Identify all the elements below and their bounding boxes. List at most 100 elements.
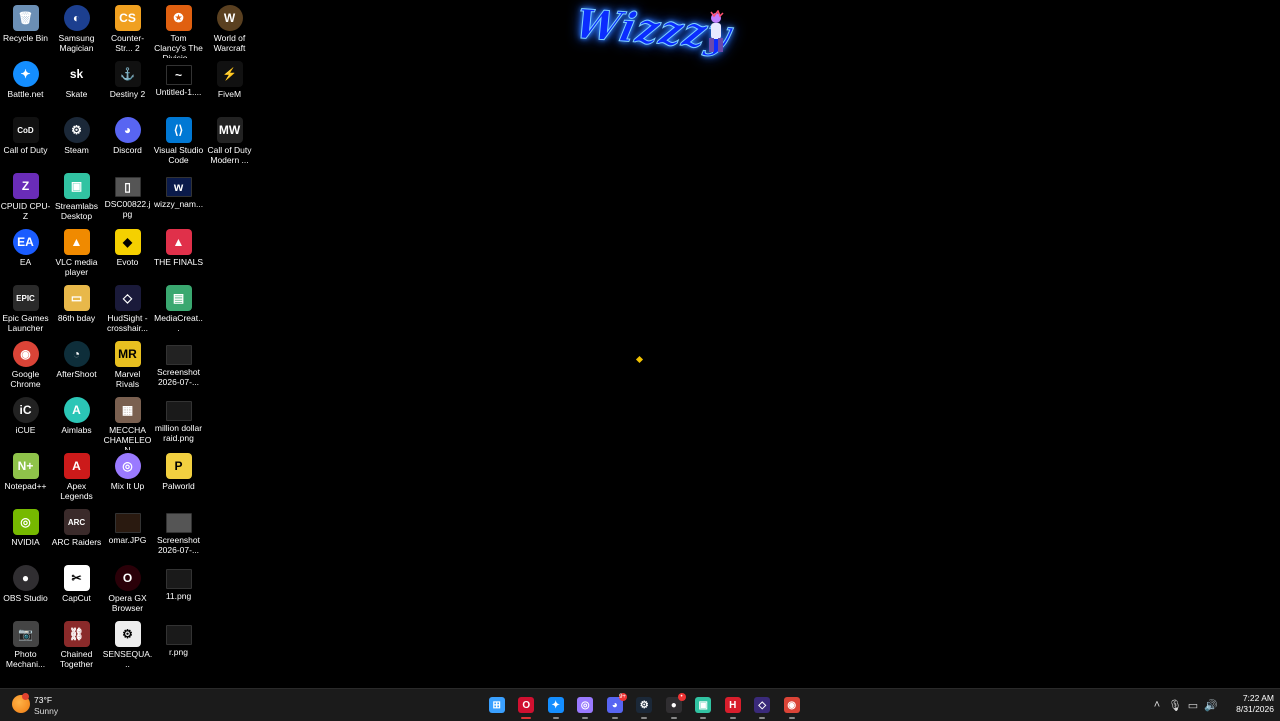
- desktop-icon-label: HudSight - crosshair...: [106, 313, 149, 333]
- desktop-icon[interactable]: A Aimlabs: [51, 394, 102, 450]
- desktop-icon[interactable]: CS Counter-Str... 2: [102, 2, 153, 58]
- desktop-icon[interactable]: ◐ Samsung Magician: [51, 2, 102, 58]
- desktop-icon-label: Recycle Bin: [3, 33, 48, 43]
- vlc-icon: ▲: [63, 229, 90, 255]
- desktop-icon[interactable]: EPIC Epic Games Launcher: [0, 282, 51, 338]
- image-file-icon: ▯: [114, 177, 141, 197]
- taskbar-hyper[interactable]: H: [718, 689, 748, 721]
- taskbar-steam[interactable]: ⚙: [630, 689, 660, 721]
- desktop-icon[interactable]: W World of Warcraft: [204, 2, 255, 58]
- desktop-icon[interactable]: 📷 Photo Mechani...: [0, 618, 51, 674]
- desktop-icon[interactable]: ~ Untitled-1....: [153, 58, 204, 114]
- desktop-icon[interactable]: A Apex Legends: [51, 450, 102, 506]
- image-file-icon: [165, 401, 192, 421]
- desktop[interactable]: 🗑 Recycle Bin ◐ Samsung Magician CS Counter-S…: [0, 0, 1280, 688]
- desktop-icon[interactable]: ◇ HudSight - crosshair...: [102, 282, 153, 338]
- desktop-icon[interactable]: MR Marvel Rivals: [102, 338, 153, 394]
- show-hidden-icons-button[interactable]: ˄: [1148, 695, 1166, 715]
- taskbar-battlenet[interactable]: ✦: [541, 689, 571, 721]
- desktop-icon[interactable]: omar.JPG: [102, 506, 153, 562]
- desktop-icon[interactable]: MW Call of Duty Modern ...: [204, 114, 255, 170]
- desktop-icon[interactable]: ⟨⟩ Visual Studio Code: [153, 114, 204, 170]
- desktop-icon[interactable]: ◎ NVIDIA: [0, 506, 51, 562]
- taskbar-hudsight[interactable]: ◇: [748, 689, 778, 721]
- taskbar-clock[interactable]: 7:22 AM 8/31/2026: [1222, 693, 1274, 715]
- desktop-icon-label: 86th bday: [57, 313, 96, 323]
- desktop-icon[interactable]: Screenshot 2026-07-...: [153, 338, 204, 394]
- weather-widget[interactable]: 73°F Sunny: [12, 693, 82, 717]
- microphone-tray[interactable]: 🎙: [1166, 695, 1184, 715]
- desktop-icon[interactable]: ▯ DSC00822.jpg: [102, 170, 153, 226]
- desktop-icon[interactable]: ◔ AfterShoot: [51, 338, 102, 394]
- desktop-icon[interactable]: 🗑 Recycle Bin: [0, 2, 51, 58]
- desktop-icon[interactable]: r.png: [153, 618, 204, 674]
- notification-badge: •: [677, 693, 686, 701]
- desktop-icon[interactable]: ✪ Tom Clancy's The Divisio...: [153, 2, 204, 58]
- start-button[interactable]: ⊞: [482, 689, 512, 721]
- desktop-icon[interactable]: ⛓ Chained Together: [51, 618, 102, 674]
- image-file-icon: [165, 513, 192, 533]
- desktop-icon-label: Photo Mechani...: [5, 649, 46, 669]
- desktop-icon[interactable]: CoD Call of Duty: [0, 114, 51, 170]
- desktop-icon[interactable]: ▲ VLC media player: [51, 226, 102, 282]
- desktop-icon[interactable]: N+ Notepad++: [0, 450, 51, 506]
- streamlabs-icon: ▣: [63, 173, 90, 199]
- volume-tray[interactable]: 🔊: [1202, 695, 1220, 715]
- empty-slot: [204, 226, 255, 282]
- desktop-icon-label: Streamlabs Desktop: [55, 201, 98, 221]
- desktop-icon[interactable]: ⚡ FiveM: [204, 58, 255, 114]
- desktop-icon[interactable]: ✦ Battle.net: [0, 58, 51, 114]
- desktop-icon-label: Screenshot 2026-07-...: [157, 535, 200, 555]
- weather-condition: Sunny: [34, 706, 59, 716]
- windows-start-icon: ⊞: [488, 697, 505, 713]
- desktop-icon[interactable]: ARC ARC Raiders: [51, 506, 102, 562]
- desktop-icon[interactable]: sk Skate: [51, 58, 102, 114]
- taskbar-opera-gx[interactable]: O: [512, 689, 542, 721]
- desktop-icon[interactable]: ✂ CapCut: [51, 562, 102, 618]
- mix-it-up-icon: ◎: [577, 697, 594, 713]
- steam-icon: ⚙: [636, 697, 653, 713]
- desktop-icon[interactable]: ◉ Google Chrome: [0, 338, 51, 394]
- desktop-icon[interactable]: ▣ Streamlabs Desktop: [51, 170, 102, 226]
- desktop-icon-label: THE FINALS: [153, 257, 204, 267]
- desktop-icon[interactable]: Z CPUID CPU-Z: [0, 170, 51, 226]
- desktop-icon[interactable]: ▭ 86th bday: [51, 282, 102, 338]
- desktop-icon[interactable]: 11.png: [153, 562, 204, 618]
- desktop-icon[interactable]: ⚙ SENSEQUA...: [102, 618, 153, 674]
- desktop-icon[interactable]: ▤ MediaCreat...: [153, 282, 204, 338]
- desktop-icon-label: Chained Together: [59, 649, 94, 669]
- desktop-icon-label: Evoto: [116, 257, 139, 267]
- desktop-icon[interactable]: ▦ MECCHA CHAMELEON: [102, 394, 153, 450]
- network-tray[interactable]: ▭: [1184, 695, 1202, 715]
- image-file-icon: [165, 625, 192, 645]
- desktop-icon[interactable]: ◆ Evoto: [102, 226, 153, 282]
- apex-legends-icon: A: [63, 453, 90, 479]
- desktop-icon[interactable]: Screenshot 2026-07-...: [153, 506, 204, 562]
- desktop-icon[interactable]: O Opera GX Browser: [102, 562, 153, 618]
- desktop-icon[interactable]: ● OBS Studio: [0, 562, 51, 618]
- desktop-icon[interactable]: P Palworld: [153, 450, 204, 506]
- desktop-icon[interactable]: ▲ THE FINALS: [153, 226, 204, 282]
- taskbar-discord[interactable]: ◕ 9+: [600, 689, 630, 721]
- desktop-icon[interactable]: ◕ Discord: [102, 114, 153, 170]
- desktop-icon[interactable]: million dollar raid.png: [153, 394, 204, 450]
- desktop-icon[interactable]: ◎ Mix It Up: [102, 450, 153, 506]
- empty-slot: [204, 338, 255, 394]
- steam-icon: ⚙: [63, 117, 90, 143]
- taskbar-obs[interactable]: ● •: [659, 689, 689, 721]
- cpuz-icon: Z: [12, 173, 39, 199]
- desktop-icon-label: Apex Legends: [60, 481, 93, 501]
- desktop-icon[interactable]: iC iCUE: [0, 394, 51, 450]
- desktop-icon-label: Google Chrome: [10, 369, 41, 389]
- desktop-icon[interactable]: ⚙ Steam: [51, 114, 102, 170]
- taskbar-chrome[interactable]: ◉: [777, 689, 807, 721]
- volume-icon: 🔊: [1204, 699, 1218, 712]
- aftershoot-icon: ◔: [63, 341, 90, 367]
- battlenet-icon: ✦: [547, 697, 564, 713]
- taskbar-mix-it-up[interactable]: ◎: [571, 689, 601, 721]
- desktop-icon[interactable]: EA EA: [0, 226, 51, 282]
- desktop-icon[interactable]: ⚓ Destiny 2: [102, 58, 153, 114]
- taskbar-streamlabs[interactable]: ▣: [689, 689, 719, 721]
- desktop-icon-label: ARC Raiders: [51, 537, 102, 547]
- desktop-icon[interactable]: w wizzy_nam...: [153, 170, 204, 226]
